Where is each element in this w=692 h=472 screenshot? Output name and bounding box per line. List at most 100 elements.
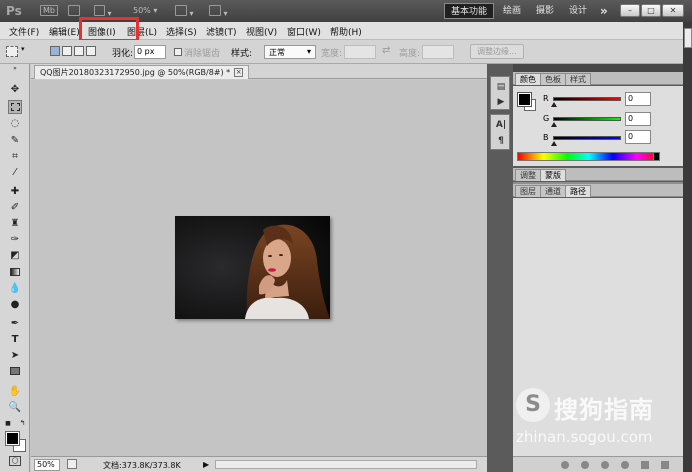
restore-button[interactable]: □ — [641, 4, 661, 17]
intersect-selection-icon[interactable] — [86, 46, 96, 56]
quick-mask-icon[interactable]: ◯ — [9, 456, 21, 466]
r-slider[interactable] — [553, 97, 621, 101]
tab-color[interactable]: 颜色 — [515, 73, 541, 85]
feather-input[interactable]: 0 px — [134, 45, 166, 59]
toolbox-collapse-icon[interactable]: » — [8, 66, 22, 72]
paragraph-panel-icon[interactable]: ¶ — [495, 135, 507, 147]
workspace-essentials[interactable]: 基本功能 — [444, 3, 495, 19]
close-icon[interactable]: × — [234, 68, 244, 77]
menu-window[interactable]: 窗口(W) — [287, 25, 321, 38]
load-selection-icon[interactable] — [601, 461, 609, 469]
tab-layers[interactable]: 图层 — [515, 185, 541, 197]
menu-edit[interactable]: 编辑(E) — [49, 25, 80, 38]
clone-stamp-tool-icon[interactable]: ♜ — [8, 217, 22, 231]
b-value-input[interactable]: 0 — [625, 130, 651, 144]
gradient-tool-icon[interactable] — [8, 266, 22, 280]
bridge-icon[interactable] — [68, 5, 80, 17]
fill-path-icon[interactable] — [561, 461, 569, 469]
lasso-tool-icon[interactable]: ◌ — [8, 117, 22, 131]
subtract-selection-icon[interactable] — [74, 46, 84, 56]
preset-dropdown-icon[interactable]: ▾ — [21, 45, 25, 53]
g-slider-thumb[interactable] — [551, 122, 557, 127]
b-slider[interactable] — [553, 136, 621, 140]
workspace-photography[interactable]: 摄影 — [530, 3, 560, 19]
history-panel-icon[interactable]: ▤ — [495, 81, 507, 93]
menu-file[interactable]: 文件(F) — [9, 25, 39, 38]
eraser-tool-icon[interactable]: ◩ — [8, 249, 22, 263]
g-slider[interactable] — [553, 117, 621, 121]
make-work-path-icon[interactable] — [621, 461, 629, 469]
blur-tool-icon[interactable]: 💧 — [8, 282, 22, 296]
minimize-button[interactable]: – — [620, 4, 640, 17]
tab-channels[interactable]: 通道 — [540, 185, 566, 197]
history-brush-tool-icon[interactable]: ✑ — [8, 233, 22, 247]
shape-tool-icon[interactable] — [8, 365, 22, 379]
mini-bridge-button[interactable]: Mb — [40, 5, 58, 17]
screen-mode-button[interactable]: ▾ — [209, 5, 228, 18]
menu-help[interactable]: 帮助(H) — [330, 25, 362, 38]
path-selection-tool-icon[interactable]: ➤ — [8, 349, 22, 363]
status-bar: 50% 文档:373.8K/373.8K ▶ — [31, 456, 487, 472]
foreground-color-swatch[interactable] — [5, 431, 20, 446]
view-extras-button[interactable]: ▾ — [94, 5, 112, 18]
tab-paths[interactable]: 路径 — [565, 185, 591, 197]
menu-select[interactable]: 选择(S) — [166, 25, 197, 38]
zoom-tool-icon[interactable]: 🔍 — [8, 401, 22, 415]
brush-tool-icon[interactable]: ✐ — [8, 201, 22, 215]
menu-view[interactable]: 视图(V) — [246, 25, 277, 38]
canvas-area[interactable] — [31, 80, 487, 456]
document-tab-title: QQ图片20180323172950.jpg @ 50%(RGB/8#) * — [40, 68, 231, 77]
tab-adjustments[interactable]: 调整 — [515, 169, 541, 181]
new-path-icon[interactable] — [641, 461, 649, 469]
add-selection-icon[interactable] — [62, 46, 72, 56]
document-tab[interactable]: QQ图片20180323172950.jpg @ 50%(RGB/8#) * × — [34, 65, 250, 79]
panel-foreground-swatch[interactable] — [517, 92, 532, 107]
panel-top-bar — [513, 64, 692, 72]
g-value-input[interactable]: 0 — [625, 112, 651, 126]
arrange-documents-button[interactable]: ▾ — [175, 5, 194, 18]
marquee-preset-icon[interactable] — [6, 46, 18, 57]
more-workspaces-button[interactable]: » — [594, 3, 614, 19]
rectangular-marquee-tool-icon[interactable] — [8, 100, 22, 114]
spectrum-black-swatch[interactable] — [653, 152, 660, 161]
color-spectrum-bar[interactable] — [517, 152, 660, 161]
pen-tool-icon[interactable]: ✒ — [8, 317, 22, 331]
status-zoom-field[interactable]: 50% — [34, 459, 60, 471]
spot-healing-tool-icon[interactable]: ✚ — [8, 185, 22, 199]
style-select[interactable]: 正常 ▾ — [264, 45, 316, 59]
b-slider-thumb[interactable] — [551, 141, 557, 146]
workspace-painting[interactable]: 绘画 — [497, 3, 527, 19]
document-image[interactable] — [175, 216, 330, 319]
swap-icon[interactable]: ⇄ — [382, 45, 390, 56]
height-input[interactable] — [422, 45, 454, 59]
dodge-tool-icon[interactable]: ● — [8, 298, 22, 312]
close-button[interactable]: ✕ — [662, 4, 684, 17]
horizontal-scrollbar[interactable] — [215, 460, 477, 469]
r-value-input[interactable]: 0 — [625, 92, 651, 106]
type-tool-icon[interactable]: T — [8, 333, 22, 347]
antialias-checkbox[interactable] — [174, 48, 182, 56]
r-slider-thumb[interactable] — [551, 102, 557, 107]
tab-masks[interactable]: 蒙版 — [540, 169, 566, 181]
trash-icon[interactable] — [661, 461, 669, 469]
hand-tool-icon[interactable]: ✋ — [8, 385, 22, 399]
swap-colors-icon[interactable]: ↰ — [18, 419, 27, 428]
tab-swatches[interactable]: 色板 — [540, 73, 566, 85]
menu-filter[interactable]: 滤镜(T) — [206, 25, 237, 38]
refine-edge-button[interactable]: 调整边缘... — [470, 44, 524, 59]
tab-styles[interactable]: 样式 — [565, 73, 591, 85]
stroke-path-icon[interactable] — [581, 461, 589, 469]
character-panel-icon[interactable]: A| — [495, 119, 507, 131]
new-selection-icon[interactable] — [50, 46, 60, 56]
default-colors-icon[interactable]: ■ — [4, 420, 12, 428]
quick-selection-tool-icon[interactable]: ✎ — [8, 134, 22, 148]
eyedropper-tool-icon[interactable]: ⁄ — [8, 166, 22, 180]
crop-tool-icon[interactable]: ⌗ — [8, 150, 22, 164]
zoom-level-button[interactable]: 50% ▾ — [133, 5, 157, 17]
status-export-icon[interactable] — [67, 459, 77, 469]
actions-panel-icon[interactable]: ▶ — [495, 96, 507, 108]
width-input[interactable] — [344, 45, 376, 59]
move-tool-icon[interactable]: ✥ — [8, 83, 22, 97]
workspace-design[interactable]: 设计 — [563, 3, 593, 19]
status-menu-arrow-icon[interactable]: ▶ — [203, 460, 209, 469]
